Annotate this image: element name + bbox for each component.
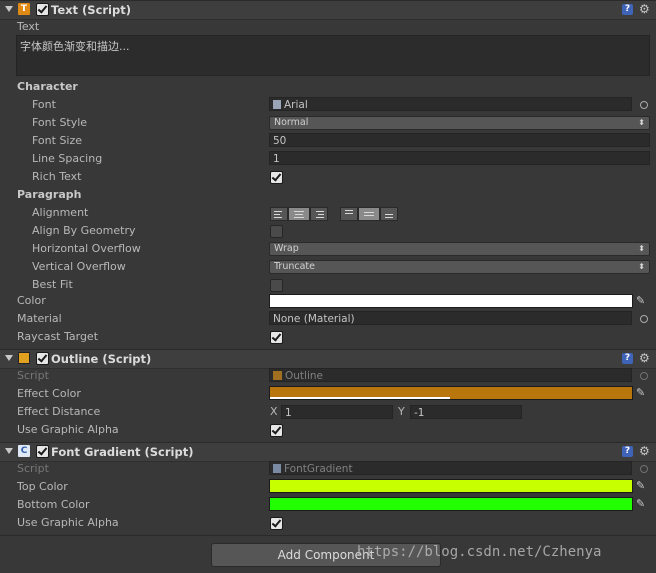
eyedropper-icon[interactable]: ✎	[636, 386, 650, 400]
font-style-dropdown[interactable]: Normal ⬍	[269, 116, 650, 130]
top-color-label: Top Color	[17, 480, 68, 493]
dropdown-arrow-icon: ⬍	[638, 262, 645, 271]
font-style-value: Normal	[274, 117, 309, 128]
effect-color-label: Effect Color	[17, 387, 81, 400]
script-icon	[273, 464, 281, 473]
align-center-button[interactable]	[288, 207, 310, 221]
script-icon	[273, 371, 282, 380]
dropdown-arrow-icon: ⬍	[638, 244, 645, 253]
font-field[interactable]: Arial	[269, 97, 632, 111]
effect-distance-label: Effect Distance	[17, 405, 101, 418]
gradient-component-header[interactable]: C Font Gradient (Script) ? ⚙	[0, 442, 656, 462]
color-field[interactable]	[269, 294, 633, 308]
gradient-enabled-checkbox[interactable]	[36, 445, 49, 458]
gear-icon[interactable]: ⚙	[639, 444, 650, 458]
text-enabled-checkbox[interactable]	[36, 3, 49, 16]
effect-color-field[interactable]	[269, 386, 633, 400]
align-middle-button[interactable]	[358, 207, 380, 221]
outline-enabled-checkbox[interactable]	[36, 352, 49, 365]
align-by-geometry-checkbox[interactable]	[270, 225, 283, 238]
object-picker-icon[interactable]	[640, 315, 648, 323]
help-icon[interactable]: ?	[622, 446, 633, 457]
gradient-use-graphic-alpha-checkbox[interactable]	[270, 517, 283, 530]
outline-script-label: Script	[17, 369, 49, 382]
vertical-overflow-value: Truncate	[274, 261, 315, 272]
effect-distance-y-field[interactable]: -1	[410, 405, 522, 419]
x-label: X	[270, 405, 278, 418]
help-icon[interactable]: ?	[622, 353, 633, 364]
outline-script-value: Outline	[285, 370, 323, 382]
line-spacing-field[interactable]: 1	[269, 151, 650, 165]
color-label: Color	[17, 294, 46, 307]
font-value: Arial	[284, 99, 308, 111]
eyedropper-icon[interactable]: ✎	[636, 497, 650, 511]
gear-icon[interactable]: ⚙	[639, 2, 650, 16]
material-field[interactable]: None (Material)	[269, 311, 632, 325]
y-label: Y	[398, 405, 405, 418]
gradient-script-label: Script	[17, 462, 49, 475]
gear-icon[interactable]: ⚙	[639, 351, 650, 365]
outline-use-graphic-alpha-checkbox[interactable]	[270, 424, 283, 437]
align-top-button[interactable]	[340, 207, 358, 221]
top-color-field[interactable]	[269, 479, 633, 493]
line-spacing-label: Line Spacing	[32, 152, 103, 165]
material-label: Material	[17, 312, 62, 325]
outline-component-title: Outline (Script)	[51, 352, 152, 366]
paragraph-section-label: Paragraph	[17, 188, 82, 201]
vertical-overflow-dropdown[interactable]: Truncate ⬍	[269, 260, 650, 274]
outline-use-graphic-alpha-label: Use Graphic Alpha	[17, 423, 119, 436]
effect-distance-x-field[interactable]: 1	[281, 405, 393, 419]
gradient-use-graphic-alpha-label: Use Graphic Alpha	[17, 516, 119, 529]
text-component-icon: T	[18, 3, 30, 15]
help-icon[interactable]: ?	[622, 4, 633, 15]
object-picker-icon	[640, 372, 648, 380]
watermark: https://blog.csdn.net/Czhenya	[357, 544, 602, 560]
raycast-target-checkbox[interactable]	[270, 331, 283, 344]
best-fit-checkbox[interactable]	[270, 279, 283, 292]
font-asset-icon	[273, 100, 281, 109]
eyedropper-icon[interactable]: ✎	[636, 479, 650, 493]
script-file-icon: C	[18, 445, 30, 457]
text-component-header[interactable]: T Text (Script) ? ⚙	[0, 0, 656, 20]
font-label: Font	[32, 98, 56, 111]
text-area[interactable]: 字体颜色渐变和描边...	[16, 35, 650, 76]
dropdown-arrow-icon: ⬍	[638, 118, 645, 127]
divider	[0, 535, 656, 536]
font-size-field[interactable]: 50	[269, 133, 650, 147]
align-bottom-button[interactable]	[380, 207, 398, 221]
text-component-title: Text (Script)	[51, 3, 131, 17]
bottom-color-field[interactable]	[269, 497, 633, 511]
object-picker-icon[interactable]	[640, 101, 648, 109]
font-style-label: Font Style	[32, 116, 88, 129]
outline-script-field: Outline	[269, 368, 632, 382]
gradient-component-title: Font Gradient (Script)	[51, 445, 194, 459]
align-left-button[interactable]	[270, 207, 288, 221]
rich-text-label: Rich Text	[32, 170, 82, 183]
alignment-label: Alignment	[32, 206, 89, 219]
align-right-button[interactable]	[310, 207, 328, 221]
rich-text-checkbox[interactable]	[270, 171, 283, 184]
horizontal-overflow-label: Horizontal Overflow	[32, 242, 141, 255]
foldout-arrow-icon[interactable]	[5, 448, 13, 454]
horizontal-overflow-dropdown[interactable]: Wrap ⬍	[269, 242, 650, 256]
bottom-color-label: Bottom Color	[17, 498, 90, 511]
gradient-script-value: FontGradient	[284, 463, 353, 475]
best-fit-label: Best Fit	[32, 278, 73, 291]
outline-component-icon	[18, 352, 30, 364]
character-section-label: Character	[17, 80, 78, 93]
horizontal-overflow-value: Wrap	[274, 243, 299, 254]
text-label: Text	[17, 20, 40, 33]
align-by-geometry-label: Align By Geometry	[32, 224, 136, 237]
foldout-arrow-icon[interactable]	[5, 6, 13, 12]
foldout-arrow-icon[interactable]	[5, 355, 13, 361]
object-picker-icon	[640, 465, 648, 473]
alpha-bar	[270, 397, 450, 399]
font-size-label: Font Size	[32, 134, 83, 147]
raycast-target-label: Raycast Target	[17, 330, 99, 343]
gradient-script-field: FontGradient	[269, 461, 632, 475]
vertical-overflow-label: Vertical Overflow	[32, 260, 126, 273]
eyedropper-icon[interactable]: ✎	[636, 294, 650, 308]
outline-component-header[interactable]: Outline (Script) ? ⚙	[0, 349, 656, 369]
